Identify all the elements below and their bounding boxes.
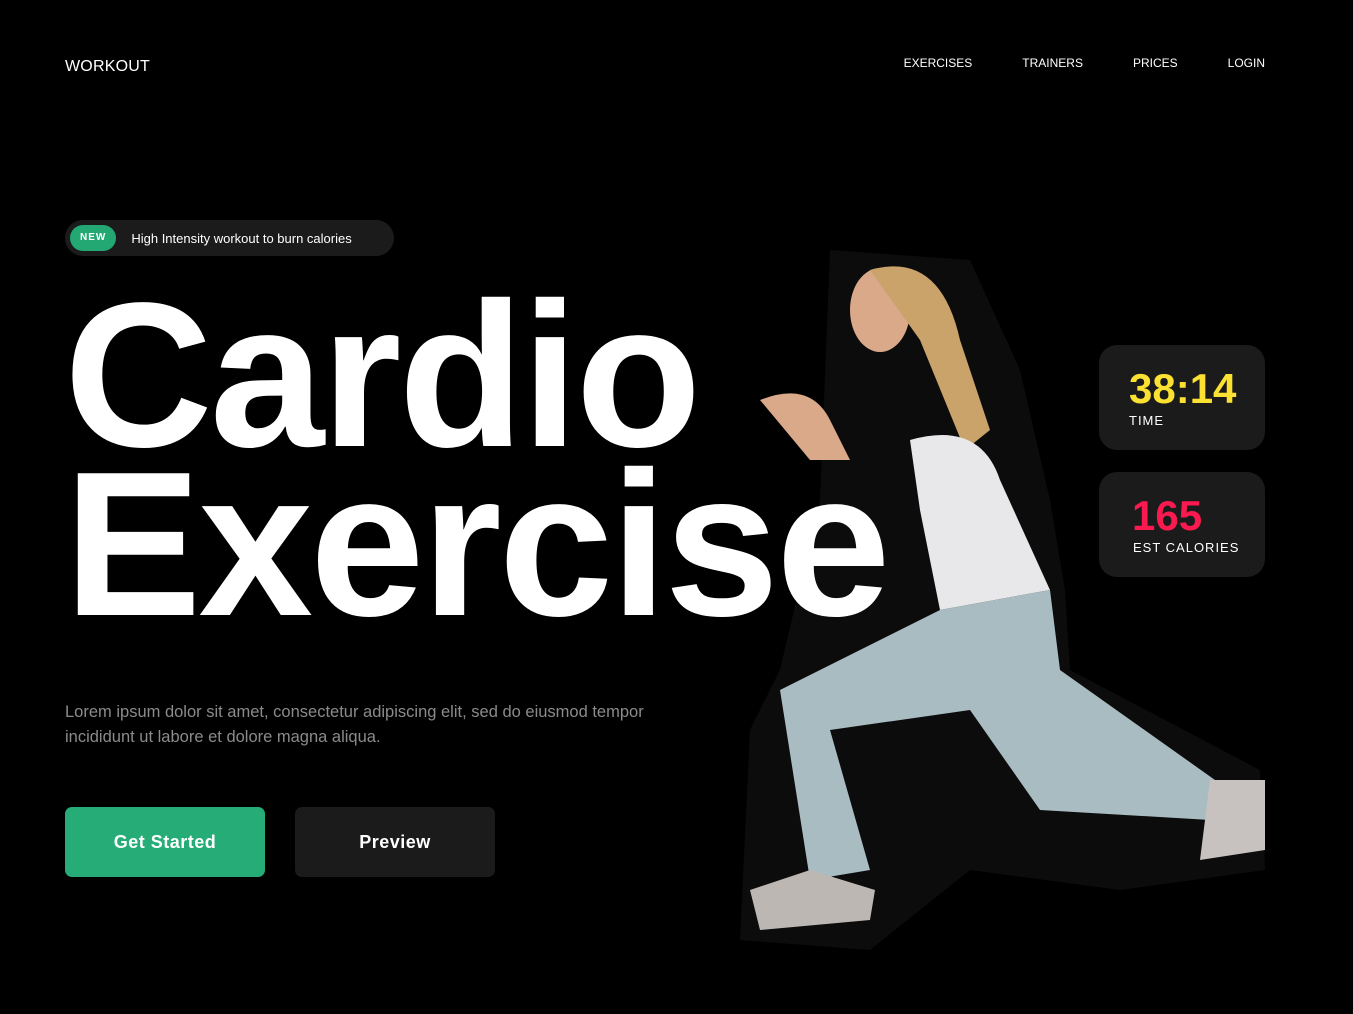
nav-login[interactable]: LOGIN bbox=[1228, 56, 1265, 70]
get-started-button[interactable]: Get Started bbox=[65, 807, 265, 877]
logo[interactable]: WORKOUT bbox=[65, 58, 150, 76]
preview-button[interactable]: Preview bbox=[295, 807, 495, 877]
nav-exercises[interactable]: EXERCISES bbox=[904, 56, 973, 70]
calories-stat-card: 165 EST CALORIES bbox=[1099, 472, 1265, 577]
time-stat-card: 38:14 TIME bbox=[1099, 345, 1265, 450]
nav-trainers[interactable]: TRAINERS bbox=[1022, 56, 1083, 70]
new-badge: NEW bbox=[70, 225, 117, 251]
tagline: High Intensity workout to burn calories bbox=[131, 230, 352, 246]
main-nav: EXERCISES TRAINERS PRICES LOGIN bbox=[904, 56, 1265, 70]
time-label: TIME bbox=[1129, 413, 1165, 428]
calories-value: 165 bbox=[1132, 492, 1203, 539]
nav-prices[interactable]: PRICES bbox=[1133, 56, 1178, 70]
time-value: 38:14 bbox=[1129, 365, 1237, 412]
hero-title-line-2: Exercise bbox=[64, 429, 891, 659]
announcement-pill: NEW High Intensity workout to burn calor… bbox=[65, 220, 394, 256]
hero-description: Lorem ipsum dolor sit amet, consectetur … bbox=[65, 703, 644, 746]
calories-label: EST CALORIES bbox=[1133, 540, 1240, 555]
